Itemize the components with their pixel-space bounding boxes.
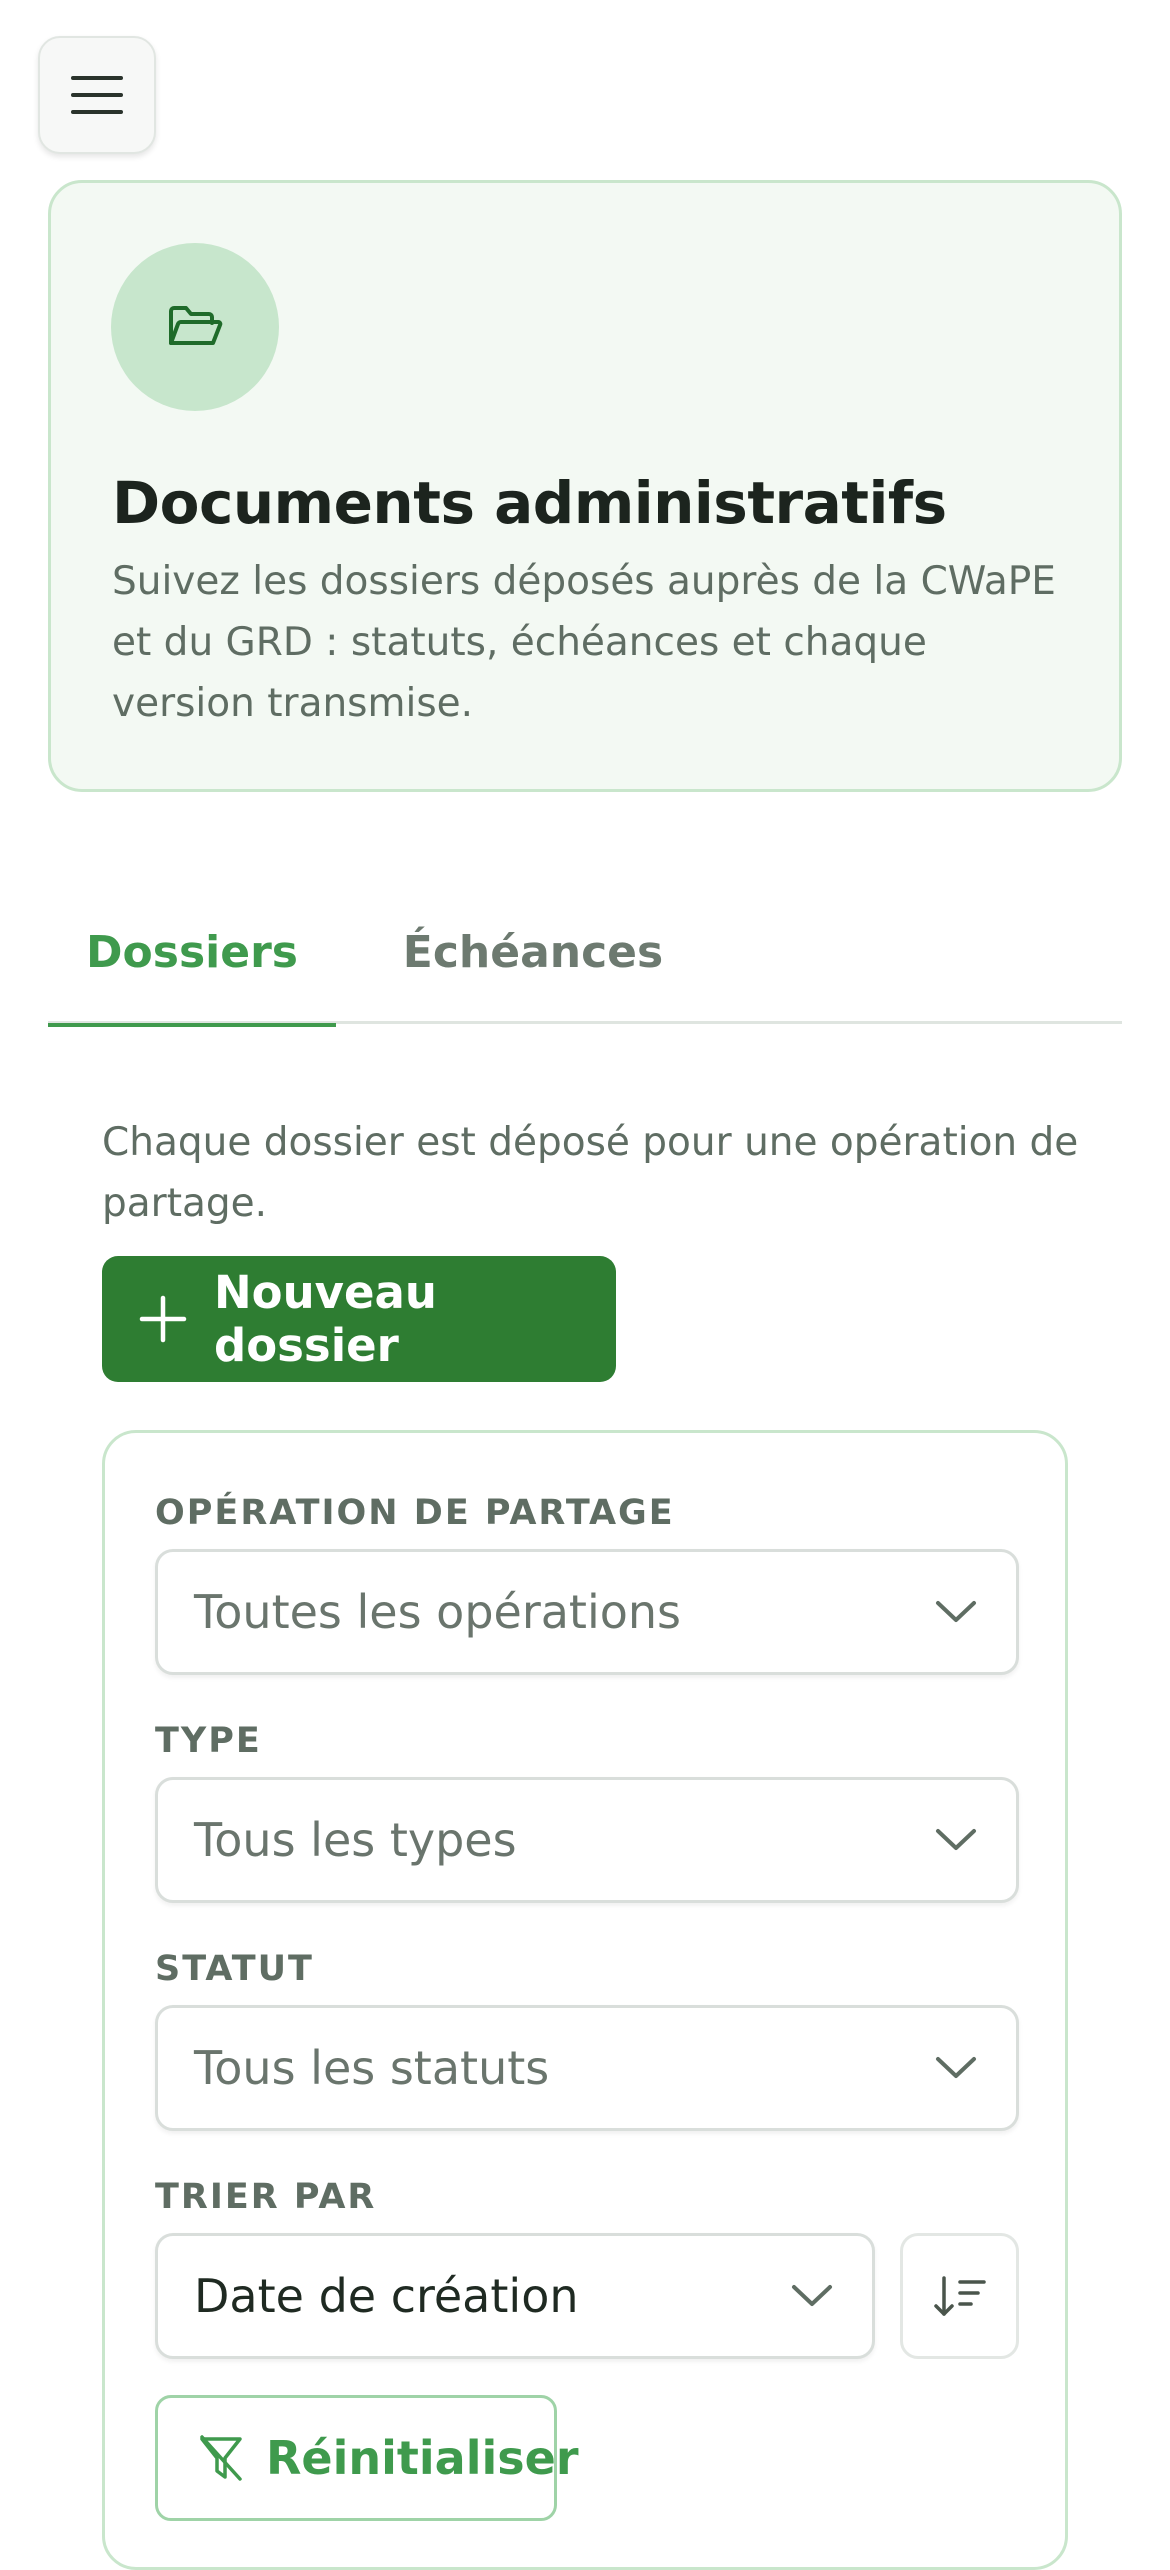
plus-icon: [138, 1294, 188, 1344]
chevron-down-icon: [790, 2280, 834, 2310]
tab-dossiers[interactable]: Dossiers: [48, 880, 336, 1027]
status-filter-label: STATUT: [155, 1949, 314, 1989]
new-dossier-button[interactable]: Nouveau dossier: [102, 1256, 616, 1382]
menu-button[interactable]: [38, 36, 156, 154]
hero-card: Documents administratifs Suivez les doss…: [48, 180, 1122, 792]
section-intro: Chaque dossier est déposé pour une opéra…: [102, 1120, 1079, 1226]
status-select[interactable]: Tous les statuts: [155, 2005, 1019, 2131]
chevron-down-icon: [934, 1596, 978, 1626]
filter-reset-icon: [198, 2433, 244, 2483]
operation-select[interactable]: Toutes les opérations: [155, 1549, 1019, 1675]
chevron-down-icon: [934, 1824, 978, 1854]
tab-bar: Dossiers Échéances: [48, 880, 1122, 1027]
reset-filters-button[interactable]: Réinitialiser: [155, 2395, 579, 2521]
sort-select[interactable]: Date de création: [155, 2233, 875, 2359]
status-select-value: Tous les statuts: [194, 2041, 550, 2095]
sort-descending-icon: [932, 2272, 988, 2320]
reset-filters-label: Réinitialiser: [266, 2431, 579, 2485]
operation-filter-label: OPÉRATION DE PARTAGE: [155, 1493, 675, 1533]
hero-icon-badge: [111, 243, 279, 411]
chevron-down-icon: [934, 2052, 978, 2082]
folder-open-icon: [167, 303, 223, 351]
sort-select-value: Date de création: [194, 2269, 579, 2323]
tab-echeances[interactable]: Échéances: [378, 880, 688, 1024]
type-select[interactable]: Tous les types: [155, 1777, 1019, 1903]
type-select-value: Tous les types: [194, 1813, 517, 1867]
new-dossier-label: Nouveau dossier: [214, 1266, 437, 1372]
type-filter-label: TYPE: [155, 1721, 262, 1761]
page-description: Suivez les dossiers déposés auprès de la…: [112, 559, 1056, 726]
page-title: Documents administratifs: [112, 469, 947, 537]
hamburger-menu-icon: [69, 73, 125, 117]
sort-direction-button[interactable]: [900, 2233, 1019, 2359]
filters-panel: OPÉRATION DE PARTAGE Toutes les opératio…: [102, 1430, 1068, 2570]
sort-label: TRIER PAR: [155, 2177, 377, 2217]
operation-select-value: Toutes les opérations: [194, 1585, 681, 1639]
